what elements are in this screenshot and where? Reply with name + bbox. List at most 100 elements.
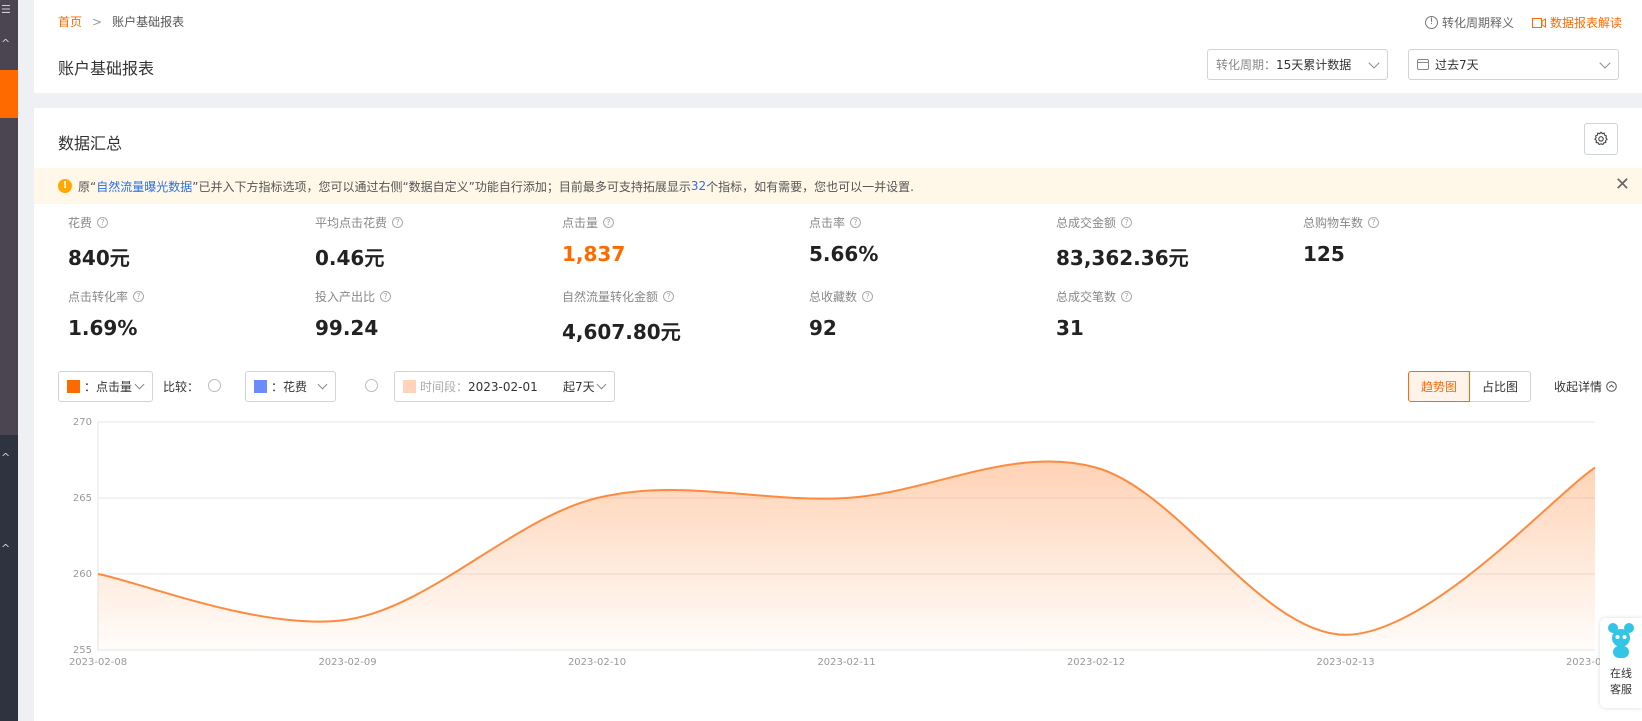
tab-trend-chart[interactable]: 趋势图 (1408, 371, 1471, 402)
metric-value: 92 (809, 316, 837, 340)
header-card: 首页 > 账户基础报表 账户基础报表 ! 转化周期释义 数据报表解读 转化周期： 15天… (34, 0, 1642, 93)
metric-roi[interactable]: 投入产出比? 99.24 (315, 288, 392, 340)
page-title: 账户基础报表 (58, 59, 155, 78)
y-tick-label: 255 (73, 645, 92, 656)
cycle-select-label: 转化周期： (1216, 58, 1277, 72)
notice-suffix: 个指标，如有需要，您也可以一并设置. (706, 179, 914, 194)
question-circle-icon[interactable]: ? (1121, 291, 1133, 302)
metric-orders[interactable]: 总成交笔数? 31 (1056, 288, 1133, 340)
mascot-icon (1608, 623, 1634, 658)
metric-value: 99.24 (315, 316, 379, 340)
question-circle-icon[interactable]: ? (663, 291, 675, 302)
chevron-up-icon[interactable]: ^ (1, 38, 10, 50)
metric-value: 1,837 (562, 242, 626, 266)
question-circle-icon[interactable]: ? (97, 217, 109, 228)
metric-click-conversion[interactable]: 点击转化率? 1.69% (68, 288, 145, 340)
metric-total-gmv[interactable]: 总成交金额? 83,362.36元 (1056, 214, 1189, 271)
y-tick-label: 270 (73, 417, 92, 428)
notice-prefix: 原“ (78, 179, 97, 194)
conversion-cycle-select[interactable]: 转化周期： 15天累计数据 (1207, 49, 1388, 80)
x-tick-label: 2023-02-13 (1316, 657, 1374, 668)
date-range-select[interactable]: 过去7天 (1408, 49, 1619, 80)
metric-label: 点击量 (562, 216, 599, 230)
period-label: 时间段： (420, 380, 469, 394)
question-circle-icon[interactable]: ? (603, 217, 615, 228)
chevron-up-icon[interactable]: ^ (1, 543, 10, 555)
metric1-select[interactable]: ：点击量 (58, 371, 153, 402)
metric-value: 0.46元 (315, 246, 385, 270)
tab-ratio-chart[interactable]: 占比图 (1470, 371, 1532, 402)
trend-chart[interactable]: 2023-02-08 2023-02-09 2023-02-10 2023-02-11… (34, 410, 1642, 721)
report-guide-link[interactable]: 数据报表解读 (1531, 14, 1622, 31)
y-tick-label: 265 (73, 493, 92, 504)
collapse-details-button[interactable]: 收起详情 (1554, 378, 1617, 395)
metric-clicks[interactable]: 点击量? 1,837 (562, 214, 625, 266)
metric-label: 投入产出比 (315, 290, 376, 304)
metric-value: 125 (1303, 242, 1345, 266)
question-circle-icon[interactable]: ? (1368, 217, 1380, 228)
question-circle-icon[interactable]: ? (392, 217, 404, 228)
metric-avg-click-cost[interactable]: 平均点击花费? 0.46元 (315, 214, 404, 271)
notice-link[interactable]: 自然流量曝光数据 (96, 178, 192, 195)
breadcrumb-home-link[interactable]: 首页 (58, 15, 82, 29)
sidebar-active-item[interactable] (0, 70, 18, 118)
breadcrumb-separator: > (92, 15, 103, 29)
notice-bar: ! 原“ 自然流量曝光数据 ”已并入下方指标选项，您可以通过右侧“数据自定义”功能自… (34, 168, 1642, 204)
y-tick-label: 260 (73, 569, 92, 580)
metric-label: 点击转化率 (68, 290, 129, 304)
metric-cost[interactable]: 花费? 840元 (68, 214, 130, 271)
metric-value: 4,607.80元 (562, 320, 681, 344)
question-circle-icon[interactable]: ? (133, 291, 145, 302)
customer-service-widget[interactable]: 在线 客服 (1600, 618, 1642, 708)
metric-natural-conversion[interactable]: 自然流量转化金额? 4,607.80元 (562, 288, 681, 345)
metric-label: 自然流量转化金额 (562, 290, 659, 304)
top-links: ! 转化周期释义 数据报表解读 (1424, 14, 1622, 31)
service-label-line1: 在线 (1610, 667, 1632, 680)
metric-favorites[interactable]: 总收藏数? 92 (809, 288, 874, 340)
sidebar-lower-section (0, 435, 18, 721)
metric-ctr[interactable]: 点击率? 5.66% (809, 214, 878, 266)
chevron-down-icon (1368, 57, 1380, 69)
x-tick-label: 2023-02-08 (69, 657, 127, 668)
metric-label: 花费 (68, 216, 93, 230)
metric-value: 1.69% (68, 316, 138, 340)
chevron-down-icon (596, 379, 607, 390)
question-circle-icon[interactable]: ? (850, 217, 862, 228)
metric-cart-count[interactable]: 总购物车数? 125 (1303, 214, 1380, 266)
chevron-down-icon (1599, 57, 1611, 69)
date-range-value: 过去7天 (1435, 58, 1479, 72)
notice-count: 32 (690, 179, 707, 193)
chevron-up-icon[interactable]: ^ (1, 452, 10, 464)
compare-period-radio[interactable] (365, 379, 378, 392)
menu-icon[interactable]: ☰ (1, 4, 11, 16)
gear-icon (1594, 131, 1608, 146)
x-tick-label: 2023-02-12 (1067, 657, 1125, 668)
period-value: 2023-02-01 (468, 379, 538, 394)
section-title: 数据汇总 (58, 134, 123, 153)
chevron-up-circle-icon (1606, 381, 1617, 392)
metric-label: 总购物车数 (1303, 216, 1364, 230)
settings-button[interactable] (1584, 123, 1618, 155)
metric-label: 平均点击花费 (315, 216, 388, 230)
conversion-cycle-link[interactable]: ! 转化周期释义 (1424, 14, 1514, 31)
metric1-select-value: ：点击量 (84, 380, 133, 394)
question-circle-icon[interactable]: ? (862, 291, 874, 302)
x-tick-label: 2023-02-10 (568, 657, 626, 668)
period-color-swatch (403, 380, 416, 393)
collapse-details-label: 收起详情 (1554, 380, 1603, 394)
metric-label: 总收藏数 (809, 290, 858, 304)
video-icon (1531, 17, 1546, 28)
question-circle-icon[interactable]: ? (380, 291, 392, 302)
period-select[interactable]: 时间段： 2023-02-01 起7天 (394, 371, 615, 402)
metric2-select[interactable]: ：花费 (245, 371, 336, 402)
breadcrumb: 首页 > 账户基础报表 (58, 13, 184, 30)
close-icon[interactable]: ✕ (1615, 176, 1630, 194)
left-sidebar: ☰ ^ ^ ^ (0, 0, 18, 721)
period-suffix: 起7天 (563, 380, 595, 394)
metric-value: 840元 (68, 246, 130, 270)
chart-view-toggle: 趋势图 占比图 (1408, 371, 1532, 402)
compare-metric-radio[interactable] (208, 379, 221, 392)
conversion-cycle-label: 转化周期释义 (1441, 16, 1514, 30)
chevron-down-icon (134, 379, 145, 390)
question-circle-icon[interactable]: ? (1121, 217, 1133, 228)
